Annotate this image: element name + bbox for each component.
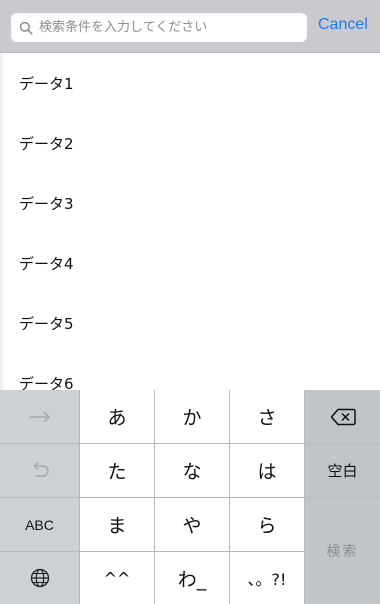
cancel-button[interactable]: Cancel [318, 16, 368, 34]
key-ta[interactable]: た [80, 444, 154, 497]
right-arrow-icon [29, 411, 51, 423]
list-item[interactable]: データ4 [0, 233, 380, 293]
globe-key[interactable] [0, 552, 79, 604]
key-label: わ_ [177, 568, 207, 591]
key-dakuten[interactable]: ^^ [80, 552, 154, 604]
key-divider [305, 443, 380, 444]
key-label: や [182, 515, 202, 537]
list-item[interactable]: データ2 [0, 113, 380, 173]
list-item-label: データ4 [19, 254, 74, 273]
next-key[interactable] [0, 390, 79, 443]
key-label: は [257, 461, 277, 483]
search-key-label: 検索 [326, 544, 359, 560]
key-divider [0, 551, 304, 552]
space-key-label: 空白 [327, 462, 358, 480]
search-input[interactable] [39, 20, 289, 35]
search-field[interactable] [11, 13, 307, 42]
undo-key[interactable] [0, 444, 79, 497]
delete-backspace-icon [330, 408, 356, 426]
key-a[interactable]: あ [80, 390, 154, 443]
key-ma[interactable]: ま [80, 498, 154, 551]
list-item[interactable]: データ3 [0, 173, 380, 233]
list-item-label: データ5 [19, 314, 74, 333]
globe-icon [30, 568, 50, 588]
delete-key[interactable] [305, 390, 380, 443]
key-label: ま [107, 515, 127, 537]
key-divider [0, 497, 380, 498]
key-ka[interactable]: か [155, 390, 229, 443]
key-label: さ [257, 407, 277, 429]
key-label: あ [107, 407, 127, 429]
abc-key-label: ABC [25, 516, 54, 533]
list-item-label: データ3 [19, 194, 74, 213]
space-key[interactable]: 空白 [305, 444, 380, 497]
key-label: ら [257, 515, 277, 537]
key-label: な [182, 461, 202, 483]
key-divider [0, 443, 304, 444]
key-label: ^^ [103, 568, 131, 588]
list-item[interactable]: データ6 [0, 353, 380, 390]
list-item-label: データ1 [19, 74, 74, 93]
search-bar: Cancel [0, 0, 380, 53]
list-item-label: データ6 [19, 374, 74, 391]
key-ra[interactable]: ら [230, 498, 304, 551]
search-key[interactable]: 検索 [305, 498, 380, 604]
search-icon [19, 21, 33, 35]
key-wa[interactable]: わ_ [155, 552, 229, 604]
key-na[interactable]: な [155, 444, 229, 497]
japanese-keyboard: ABC あ か さ た な は ま や ら ^^ わ_ 、。?! 空白 検索 [0, 390, 380, 604]
key-label: た [107, 461, 127, 483]
key-label: 、。?! [247, 570, 287, 589]
list-item-label: データ2 [19, 134, 74, 153]
list-item[interactable]: データ5 [0, 293, 380, 353]
key-label: か [182, 407, 202, 429]
abc-key[interactable]: ABC [0, 498, 79, 551]
key-sa[interactable]: さ [230, 390, 304, 443]
undo-icon [29, 460, 51, 482]
list-item[interactable]: データ1 [0, 53, 380, 113]
key-punctuation[interactable]: 、。?! [230, 552, 304, 604]
key-ha[interactable]: は [230, 444, 304, 497]
data-list: データ1 データ2 データ3 データ4 データ5 データ6 [0, 53, 380, 390]
key-ya[interactable]: や [155, 498, 229, 551]
